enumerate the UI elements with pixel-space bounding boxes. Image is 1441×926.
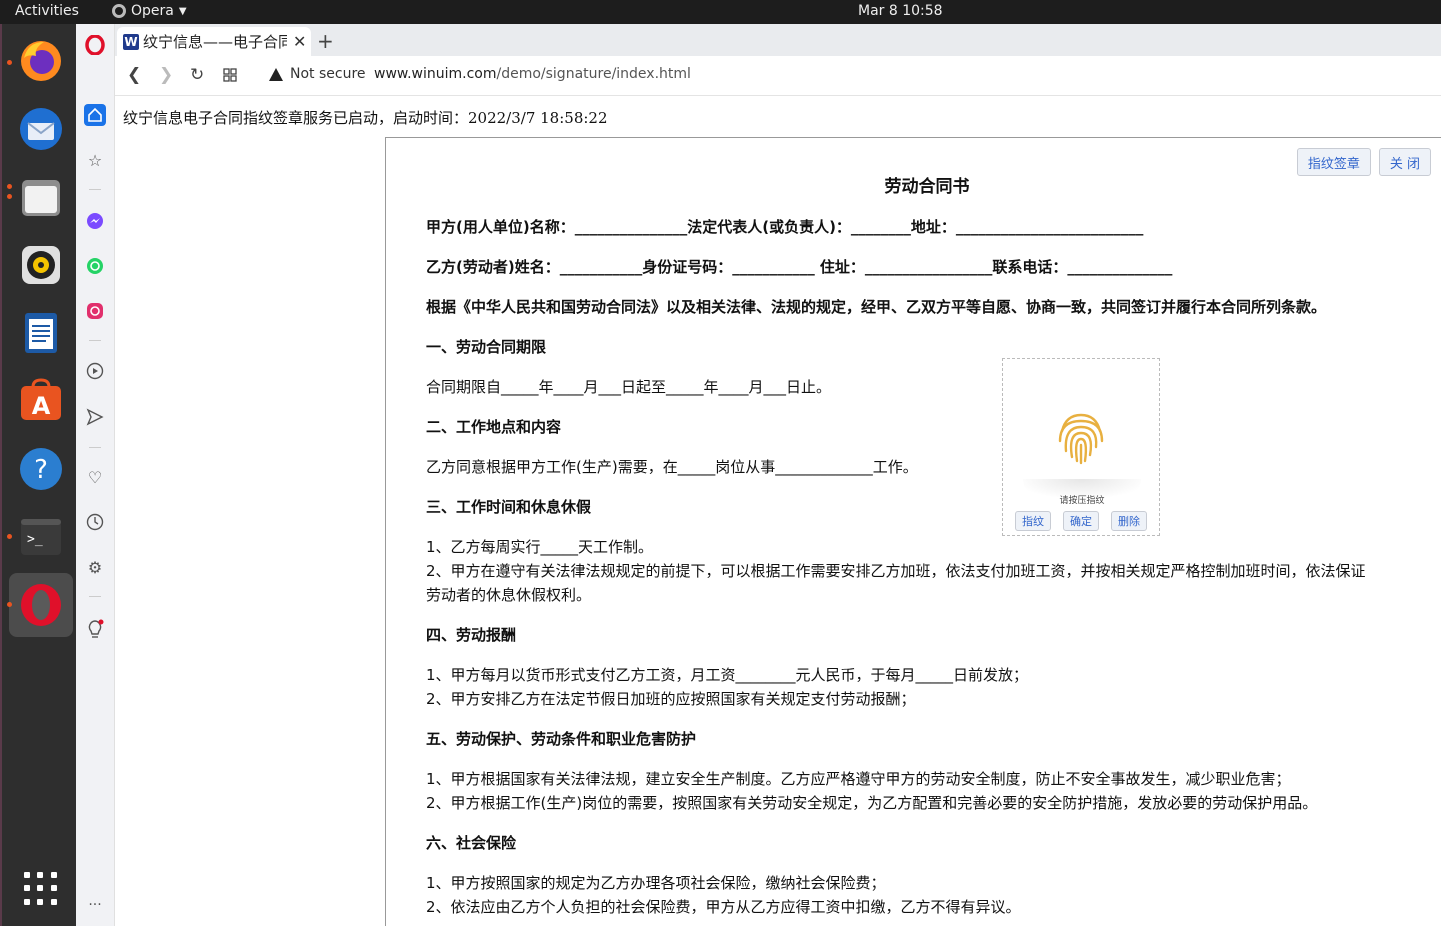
section-heading: 六、社会保险 <box>426 834 517 852</box>
thunderbird-icon[interactable] <box>16 104 66 154</box>
sidebar-divider <box>89 189 101 190</box>
fingerprint-capture-button[interactable]: 指纹 <box>1015 511 1051 531</box>
svg-text:A: A <box>32 392 51 420</box>
url-path: /demo/signature/index.html <box>496 66 691 82</box>
terminal-icon[interactable]: >_ <box>16 512 66 562</box>
paragraph-line: 2、依法应由乙方个人负担的社会保险费，甲方从乙方应得工资中扣缴，乙方不得有异议。 <box>426 898 1021 916</box>
address-field[interactable]: www.winuim.com/demo/signature/index.html <box>374 66 691 82</box>
favicon-icon: W <box>123 33 139 50</box>
dock: A ? >_ <box>0 24 76 926</box>
svg-text:>_: >_ <box>27 532 43 547</box>
star-icon[interactable]: ☆ <box>84 149 106 171</box>
instagram-icon[interactable] <box>84 300 106 322</box>
whatsapp-icon[interactable] <box>84 255 106 277</box>
lightbulb-icon[interactable] <box>84 618 106 640</box>
running-indicator <box>7 184 12 189</box>
app-menu[interactable]: Opera ▼ <box>112 3 187 19</box>
contract-document: 指纹签章 关 闭 劳动合同书 甲方(用人单位)名称：______________… <box>385 137 1441 926</box>
home-icon[interactable] <box>84 104 106 126</box>
tab-title: 纹宁信息——电子合同 <box>143 33 287 51</box>
fingerprint-actions: 指纹 确定 删除 <box>1015 511 1147 531</box>
paragraph-line: 1、甲方每月以货币形式支付乙方工资，月工资________元人民币，于每月___… <box>426 666 1029 684</box>
paragraph-line: 1、乙方每周实行_____天工作制。 <box>426 538 654 556</box>
history-icon[interactable] <box>84 511 106 533</box>
reload-icon[interactable]: ↻ <box>190 65 204 85</box>
paragraph-line: 1、甲方根据国家有关法律法规，建立安全生产制度。乙方应严格遵守甲方的劳动安全制度… <box>426 770 1291 788</box>
sidebar-divider <box>89 340 101 341</box>
paragraph-line: 2、甲方根据工作(生产)岗位的需要，按照国家有关劳动安全规定，为乙方配置和完善必… <box>426 794 1318 812</box>
paragraph-line: 2、甲方安排乙方在法定节假日加班的应按照国家有关规定支付劳动报酬； <box>426 690 916 708</box>
libreoffice-writer-icon[interactable] <box>16 308 66 358</box>
running-indicator <box>7 602 12 607</box>
heart-icon[interactable]: ♡ <box>84 466 106 488</box>
ubuntu-software-icon[interactable]: A <box>16 376 66 426</box>
sidebar-divider <box>89 596 101 597</box>
sidebar-divider <box>89 447 101 448</box>
fingerprint-icon <box>1058 413 1104 465</box>
opera-sidebar: ☆ ♡ ⚙ ··· <box>76 24 115 926</box>
player-icon[interactable] <box>84 360 106 382</box>
messenger-icon[interactable] <box>84 210 106 232</box>
warning-icon[interactable] <box>269 68 283 81</box>
section-heading: 一、劳动合同期限 <box>426 338 547 356</box>
running-indicator <box>7 534 12 539</box>
settings-gear-icon[interactable]: ⚙ <box>84 556 106 578</box>
section-heading: 四、劳动报酬 <box>426 626 517 644</box>
fingerprint-hint: 请按压指纹 <box>1059 496 1105 506</box>
tab-bar: W 纹宁信息——电子合同 ✕ + <box>115 24 1441 56</box>
fingerprint-confirm-button[interactable]: 确定 <box>1063 511 1099 531</box>
send-icon[interactable] <box>84 406 106 428</box>
fingerprint-delete-button[interactable]: 删除 <box>1111 511 1147 531</box>
tab-active[interactable]: W 纹宁信息——电子合同 ✕ <box>117 27 311 56</box>
paragraph-line: 2、甲方在遵守有关法律法规规定的前提下，可以根据工作需要安排乙方加班，依法支付加… <box>426 562 1366 580</box>
tab-grid-icon[interactable] <box>223 67 237 87</box>
paragraph-line: 合同期限自_____年____月___日起至_____年____月___日止。 <box>426 378 832 396</box>
running-indicator <box>7 60 12 65</box>
back-icon[interactable]: ❮ <box>127 65 141 85</box>
firefox-icon[interactable] <box>16 36 66 86</box>
navigation-bar: ❮ ❯ ↻ Not secure www.winuim.com/demo/sig… <box>115 56 1441 96</box>
caret-down-icon: ▼ <box>178 5 187 17</box>
page-content: 纹宁信息电子合同指纹签章服务已启动，启动时间：2022/3/7 18:58:22… <box>115 96 1441 926</box>
paragraph-line: 1、甲方按照国家的规定为乙方办理各项社会保险，缴纳社会保险费； <box>426 874 886 892</box>
section-heading: 三、工作时间和休息休假 <box>426 498 592 516</box>
party-a-line: 甲方(用人单位)名称：_______________法定代表人(或负责人)：__… <box>426 218 1144 236</box>
clock[interactable]: Mar 8 10:58 <box>858 3 943 19</box>
rhythmbox-icon[interactable] <box>16 240 66 290</box>
preamble-line: 根据《中华人民共和国劳动合同法》以及相关法律、法规的规定，经甲、乙双方平等自愿、… <box>426 298 1327 316</box>
more-icon[interactable]: ··· <box>84 894 106 916</box>
url-host: www.winuim.com <box>374 66 497 82</box>
files-icon[interactable] <box>16 172 66 222</box>
party-b-line: 乙方(劳动者)姓名：___________身份证号码：___________ 住… <box>426 258 1173 276</box>
opera-menu-icon[interactable] <box>84 34 106 56</box>
fingerprint-widget: 请按压指纹 指纹 确定 删除 <box>1002 358 1160 536</box>
security-status[interactable]: Not secure <box>290 66 366 82</box>
activities-button[interactable]: Activities <box>15 3 79 19</box>
section-heading: 五、劳动保护、劳动条件和职业危害防护 <box>426 730 697 748</box>
opera-icon[interactable] <box>16 580 66 630</box>
section-heading: 二、工作地点和内容 <box>426 418 562 436</box>
opera-icon <box>112 4 126 18</box>
new-tab-button[interactable]: + <box>317 29 334 53</box>
paragraph-line: 劳动者的休息休假权利。 <box>426 586 592 604</box>
paragraph-line: 乙方同意根据甲方工作(生产)需要，在_____岗位从事_____________… <box>426 458 918 476</box>
app-menu-label: Opera <box>131 3 174 19</box>
service-status-text: 纹宁信息电子合同指纹签章服务已启动，启动时间：2022/3/7 18:58:22 <box>123 109 608 127</box>
running-indicator <box>7 194 12 199</box>
forward-icon[interactable]: ❯ <box>159 65 173 85</box>
show-applications-icon[interactable] <box>24 872 58 906</box>
help-icon[interactable]: ? <box>16 444 66 494</box>
contract-title: 劳动合同书 <box>884 177 970 197</box>
system-top-bar: Activities Opera ▼ Mar 8 10:58 <box>0 0 1441 24</box>
svg-text:?: ? <box>34 455 48 485</box>
close-tab-icon[interactable]: ✕ <box>293 32 306 51</box>
